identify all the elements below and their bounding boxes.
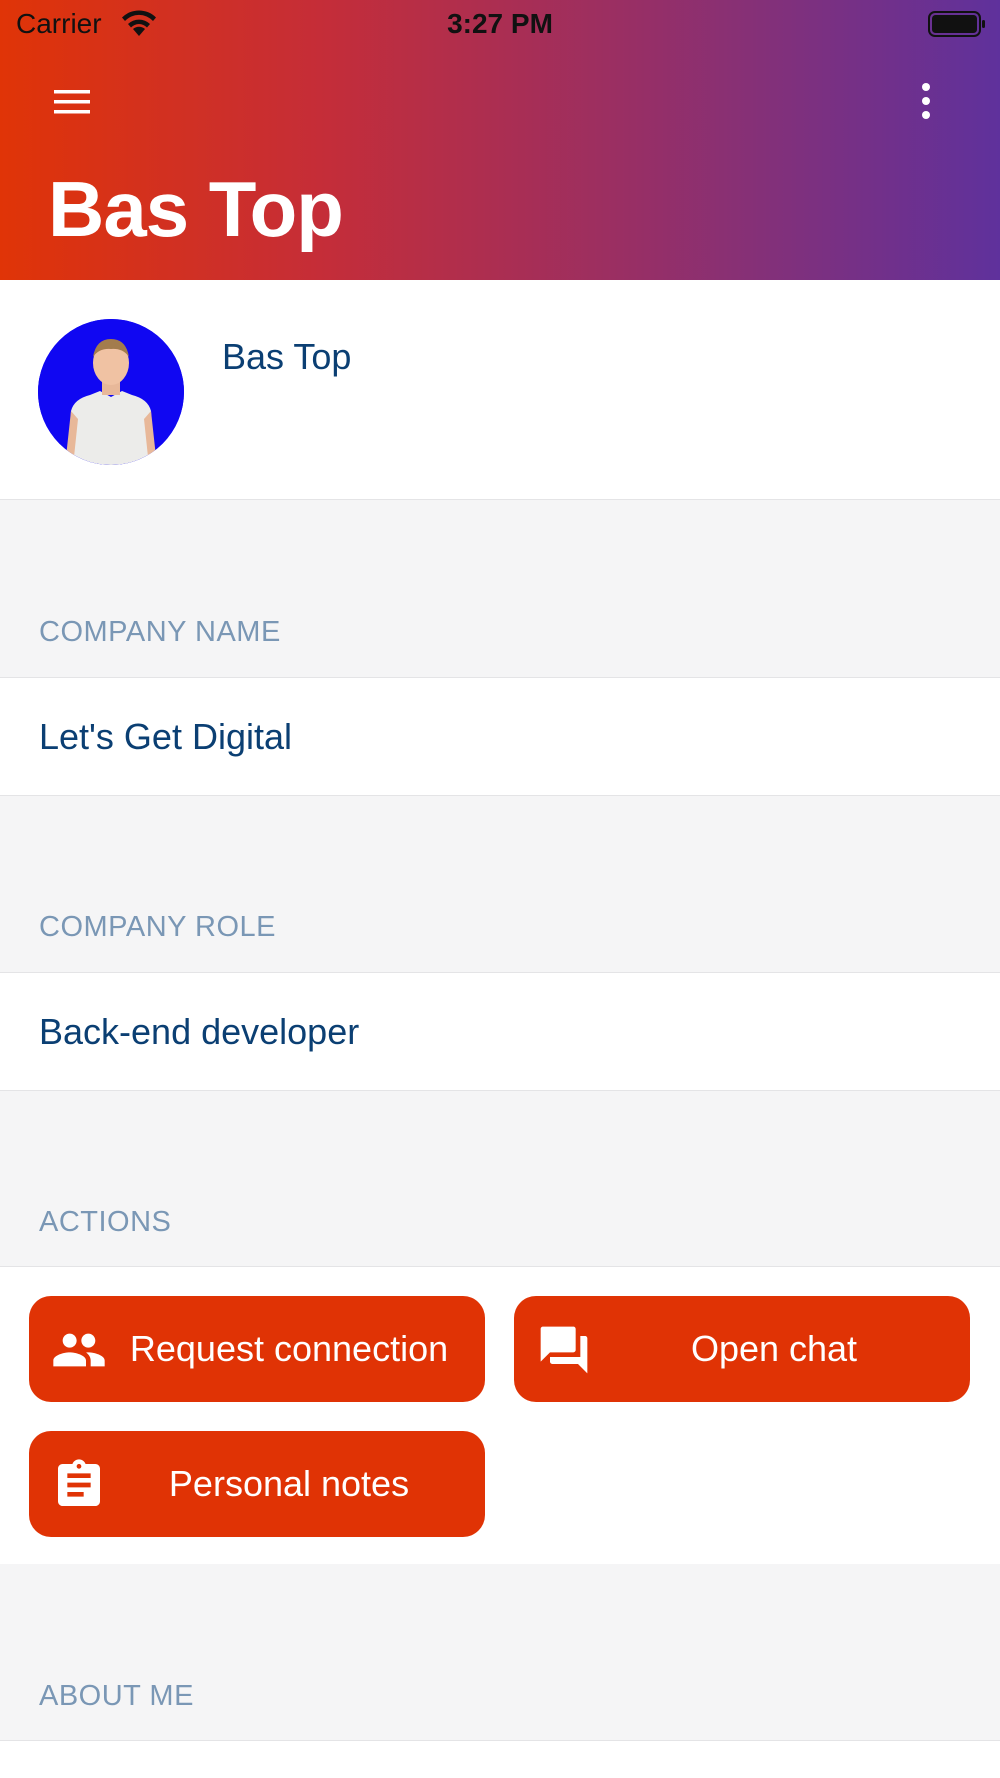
- personal-notes-button[interactable]: Personal notes: [29, 1431, 485, 1537]
- open-chat-label: Open chat: [690, 1328, 858, 1369]
- company-role-row: Back-end developer: [0, 972, 1000, 1091]
- page-title: Bas Top: [48, 165, 344, 253]
- actions-panel: Request connection Open chat Personal no…: [0, 1266, 1000, 1564]
- section-label-company-role: COMPANY ROLE: [39, 911, 276, 943]
- section-label-company-name: COMPANY NAME: [39, 616, 281, 648]
- company-role-value: Back-end developer: [39, 1011, 360, 1052]
- more-vertical-icon[interactable]: [908, 78, 944, 124]
- request-connection-label: Request connection: [129, 1328, 449, 1369]
- status-bar: Carrier 3:27 PM: [0, 0, 1000, 52]
- personal-notes-label: Personal notes: [168, 1463, 410, 1504]
- profile-name: Bas Top: [222, 336, 352, 377]
- open-chat-button[interactable]: Open chat: [514, 1296, 970, 1402]
- company-name-value: Let's Get Digital: [39, 716, 292, 757]
- about-me-row: [0, 1740, 1000, 1778]
- section-label-about-me: ABOUT ME: [39, 1680, 194, 1712]
- avatar: [38, 319, 184, 465]
- clipboard-icon: [51, 1457, 107, 1513]
- chat-icon: [536, 1322, 592, 1378]
- profile-card: Bas Top: [0, 280, 1000, 500]
- hamburger-menu-icon[interactable]: [46, 82, 98, 122]
- request-connection-button[interactable]: Request connection: [29, 1296, 485, 1402]
- company-name-row: Let's Get Digital: [0, 677, 1000, 796]
- status-time: 3:27 PM: [447, 8, 553, 39]
- people-icon: [51, 1322, 107, 1378]
- section-label-actions: ACTIONS: [39, 1206, 172, 1238]
- battery-icon: [928, 11, 986, 37]
- header: Carrier 3:27 PM Bas Top: [0, 0, 1000, 280]
